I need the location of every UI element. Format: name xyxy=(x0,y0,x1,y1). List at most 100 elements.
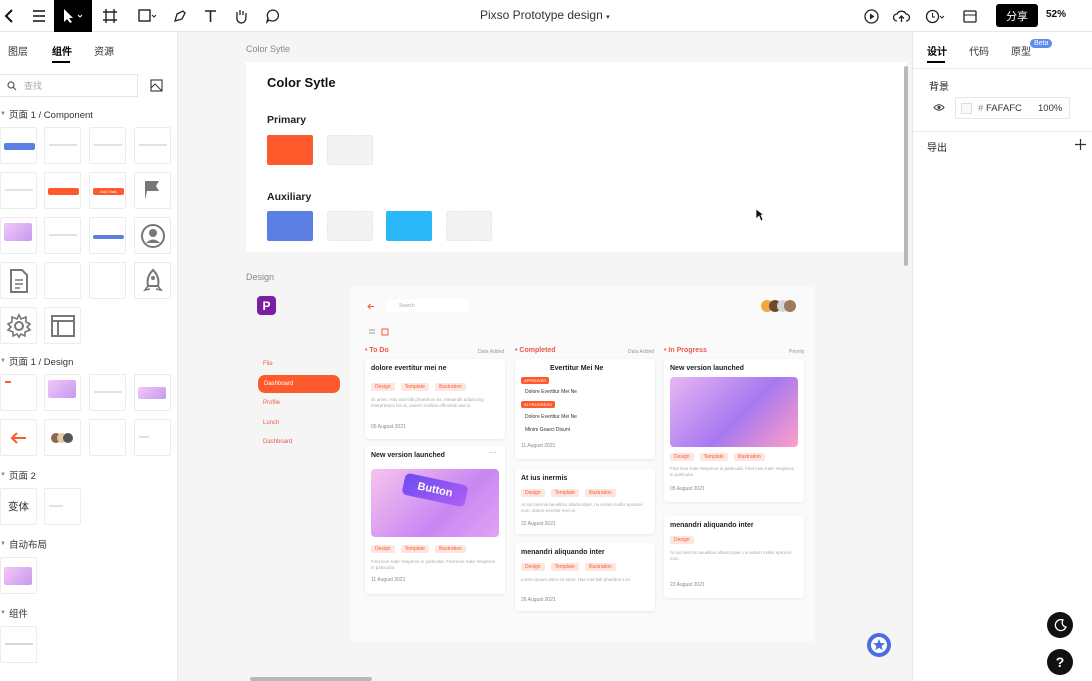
history-icon[interactable] xyxy=(922,0,948,32)
tab-layers[interactable]: 图层 xyxy=(8,43,28,58)
text-tool-icon[interactable] xyxy=(198,0,222,32)
component-thumb[interactable] xyxy=(134,127,171,164)
component-thumb[interactable] xyxy=(44,217,81,254)
frame-tool-icon[interactable] xyxy=(96,0,124,32)
zoom-level[interactable]: 52% xyxy=(1046,9,1066,20)
primary-swatch[interactable] xyxy=(267,135,313,165)
component-thumb[interactable] xyxy=(0,127,37,164)
add-task-thumb[interactable]: Add Task xyxy=(89,172,126,209)
component-thumb[interactable] xyxy=(89,262,126,299)
component-search-input[interactable]: 查找 xyxy=(0,74,138,97)
section-autolayout[interactable]: ▼ 自动布局 xyxy=(0,537,47,551)
cloud-upload-icon[interactable] xyxy=(890,0,912,32)
tab-code[interactable]: 代码 xyxy=(969,43,989,58)
share-button[interactable]: 分享 xyxy=(996,4,1038,27)
task-card[interactable]: New version launched Design Template Ill… xyxy=(664,359,804,502)
shape-tool-icon[interactable] xyxy=(134,0,162,32)
autolayout-thumb[interactable] xyxy=(0,557,37,594)
assistant-star-icon[interactable] xyxy=(866,632,892,658)
view-toggle-icon[interactable] xyxy=(368,328,390,336)
empty-swatch[interactable] xyxy=(327,135,373,165)
settings-gear-icon[interactable] xyxy=(0,307,37,344)
design-frame[interactable]: Search • To Do Date Added • Completed Da… xyxy=(351,287,815,641)
eye-icon[interactable] xyxy=(933,103,945,112)
tab-design[interactable]: 设计 xyxy=(927,43,947,58)
empty-swatch[interactable] xyxy=(327,211,373,241)
play-icon[interactable] xyxy=(860,0,882,32)
layout-window-icon[interactable] xyxy=(44,307,81,344)
design-nav-dashboard[interactable]: Dashboard xyxy=(258,375,340,393)
column-completed-sort[interactable]: Data Added xyxy=(628,349,654,355)
pen-tool-icon[interactable] xyxy=(168,0,192,32)
color-preview[interactable] xyxy=(961,103,972,114)
design-nav-file[interactable]: File xyxy=(263,361,273,367)
task-card[interactable]: Evertitur Mei Ne APPROVED Dolore Evertit… xyxy=(515,359,655,459)
component-thumb[interactable] xyxy=(89,127,126,164)
background-color-field[interactable]: # FAFAFC 100% xyxy=(955,97,1070,119)
column-todo-sort[interactable]: Date Added xyxy=(478,349,504,355)
document-icon[interactable] xyxy=(0,262,37,299)
empty-swatch[interactable] xyxy=(446,211,492,241)
component-thumb[interactable] xyxy=(44,172,81,209)
opacity-value[interactable]: 100% xyxy=(1038,103,1062,114)
color-style-frame[interactable]: Color Sytle Primary Auxiliary xyxy=(246,62,906,252)
horizontal-scrollbar[interactable] xyxy=(250,677,372,681)
auxiliary-swatch-cyan[interactable] xyxy=(386,211,432,241)
avatars-thumb[interactable] xyxy=(44,419,81,456)
tab-assets[interactable]: 资源 xyxy=(94,43,114,58)
component-thumb[interactable] xyxy=(44,262,81,299)
section-page2[interactable]: ▼ 页面 2 xyxy=(0,468,36,482)
design-thumb[interactable] xyxy=(134,374,171,411)
checklist-item[interactable]: Minim Graeci Dixunt xyxy=(525,427,570,433)
canvas[interactable]: Color Sytle Color Sytle Primary Auxiliar… xyxy=(178,32,912,681)
section-page1-component[interactable]: ▼ 页面 1 / Component xyxy=(0,107,93,121)
user-avatar-icon[interactable] xyxy=(134,217,171,254)
move-tool-icon[interactable] xyxy=(54,0,92,32)
layout-panel-icon[interactable] xyxy=(958,0,982,32)
back-icon[interactable] xyxy=(0,0,18,32)
design-search-input[interactable]: Search xyxy=(385,299,469,312)
hand-tool-icon[interactable] xyxy=(228,0,254,32)
vertical-scrollbar[interactable] xyxy=(904,66,908,266)
frame-label-design[interactable]: Design xyxy=(246,272,274,282)
tab-prototype[interactable]: 原型 xyxy=(1011,43,1031,58)
component-thumb[interactable] xyxy=(44,127,81,164)
component-thumb[interactable] xyxy=(0,172,37,209)
task-card[interactable]: dolore evertitur mei ne Design Template … xyxy=(365,359,505,439)
arrow-left-icon[interactable] xyxy=(367,303,375,310)
hex-value[interactable]: FAFAFC xyxy=(986,103,1022,114)
design-nav-profile[interactable]: Profile xyxy=(263,400,280,406)
design-nav-lunch[interactable]: Lunch xyxy=(263,420,279,426)
component-thumb[interactable] xyxy=(89,217,126,254)
section-page1-design[interactable]: ▼ 页面 1 / Design xyxy=(0,354,73,368)
design-thumb[interactable] xyxy=(0,374,37,411)
section-components[interactable]: ▼ 组件 xyxy=(0,606,28,620)
auxiliary-swatch-blue[interactable] xyxy=(267,211,313,241)
design-nav-dashboard-2[interactable]: Dashboard xyxy=(263,439,292,445)
flag-icon[interactable] xyxy=(134,172,171,209)
dark-mode-toggle-button[interactable] xyxy=(1047,612,1073,638)
library-icon[interactable] xyxy=(150,79,163,92)
task-card[interactable]: At ius inermis Design Template Illustrat… xyxy=(515,469,655,534)
checklist-item[interactable]: Dolore Evertitur Mei Ne xyxy=(525,389,577,395)
checklist-item[interactable]: Dolore Evertitur Mei Ne xyxy=(525,414,577,420)
team-avatars[interactable] xyxy=(760,298,798,314)
page2-thumb[interactable] xyxy=(44,488,81,525)
add-export-icon[interactable] xyxy=(1075,139,1086,150)
help-button[interactable]: ? xyxy=(1047,649,1073,675)
menu-icon[interactable] xyxy=(28,0,50,32)
tab-components[interactable]: 组件 xyxy=(52,43,72,58)
components-thumb[interactable] xyxy=(0,626,37,663)
comment-tool-icon[interactable] xyxy=(260,0,286,32)
more-icon[interactable]: ··· xyxy=(489,448,497,457)
rocket-icon[interactable] xyxy=(134,262,171,299)
design-thumb[interactable] xyxy=(134,419,171,456)
design-thumb[interactable] xyxy=(89,374,126,411)
frame-label-color-style[interactable]: Color Sytle xyxy=(246,44,290,54)
task-card[interactable]: menandri aliquando inter Design At ius i… xyxy=(664,516,804,598)
document-title[interactable]: Pixso Prototype design ▾ xyxy=(480,8,610,22)
design-thumb[interactable] xyxy=(44,374,81,411)
component-thumb[interactable] xyxy=(0,217,37,254)
design-thumb[interactable] xyxy=(89,419,126,456)
variant-thumb[interactable]: 变体 xyxy=(0,488,37,525)
